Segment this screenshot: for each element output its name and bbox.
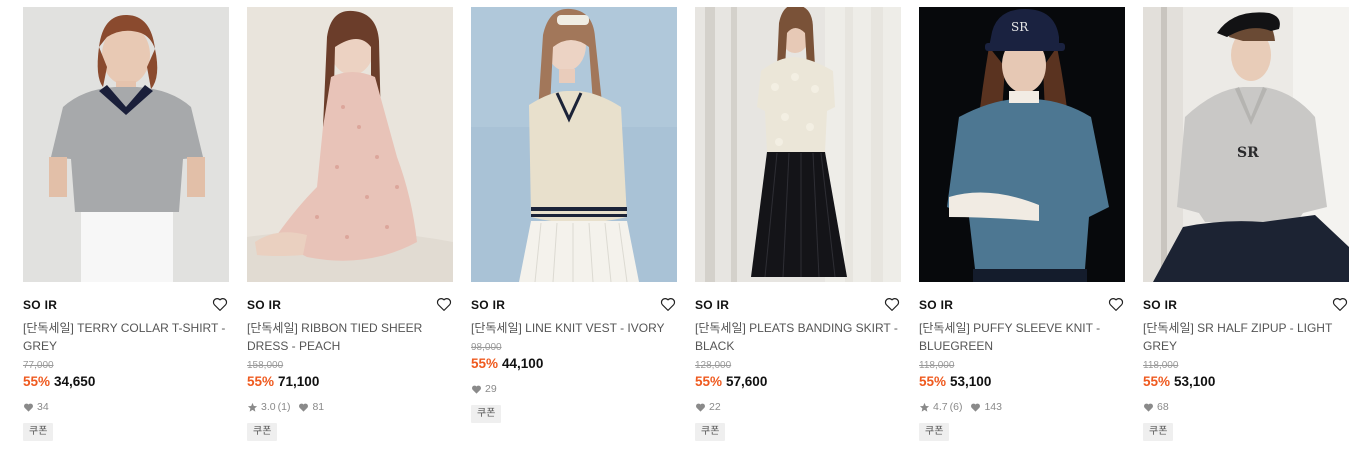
price-row: 55% 53,100 [1143, 373, 1349, 391]
product-meta: 34 [23, 400, 229, 414]
discount-rate: 55% [471, 356, 499, 371]
heart-filled-icon [695, 402, 706, 413]
heart-outline-icon[interactable] [1331, 295, 1349, 313]
review-count: (1) [277, 401, 291, 413]
product-card[interactable]: SO IR [단독세일] RIBBON TIED SHEER DRESS - P… [247, 7, 453, 441]
heart-outline-icon[interactable] [659, 295, 677, 313]
product-meta: 68 [1143, 400, 1349, 414]
coupon-badge: 쿠폰 [247, 423, 278, 441]
coupon-badge: 쿠폰 [695, 423, 726, 441]
rating-value: 4.7 [933, 401, 948, 413]
product-name[interactable]: [단독세일] TERRY COLLAR T-SHIRT - GREY [23, 319, 229, 355]
like-count: 34 [37, 401, 49, 413]
brand-name[interactable]: SO IR [247, 298, 281, 312]
product-name[interactable]: [단독세일] PLEATS BANDING SKIRT - BLACK [695, 319, 901, 355]
original-price: 158,000 [247, 360, 284, 371]
coupon-badge: 쿠폰 [471, 405, 502, 423]
price-row: 55% 53,100 [919, 373, 1125, 391]
price-row: 55% 71,100 [247, 373, 453, 391]
star-icon [247, 402, 258, 413]
product-meta: 22 [695, 400, 901, 414]
sale-price: 53,100 [950, 374, 992, 389]
like-count: 81 [312, 401, 325, 413]
product-card[interactable]: SR SO IR [단독세일] PUFFY SLEEVE KNIT - BLUE… [919, 7, 1125, 441]
sale-price: 53,100 [1174, 374, 1216, 389]
product-meta: 4.7 (6) 143 [919, 400, 1125, 414]
heart-filled-icon [23, 402, 34, 413]
heart-filled-icon [970, 402, 981, 413]
coupon-badge: 쿠폰 [1143, 423, 1174, 441]
product-card[interactable]: SR SO IR [단독세일] SR HALF ZIPUP - LIGHT GR… [1143, 7, 1349, 441]
product-image[interactable]: SR [919, 7, 1125, 282]
original-price: 77,000 [23, 360, 54, 371]
heart-outline-icon[interactable] [1107, 295, 1125, 313]
brand-name[interactable]: SO IR [471, 298, 505, 312]
coupon-badge: 쿠폰 [919, 423, 950, 441]
product-card[interactable]: SO IR [단독세일] LINE KNIT VEST - IVORY 98,0… [471, 7, 677, 423]
product-image[interactable] [247, 7, 453, 282]
sale-price: 34,650 [54, 374, 96, 389]
sale-price: 57,600 [726, 374, 768, 389]
product-image[interactable] [695, 7, 901, 282]
sale-price: 44,100 [502, 356, 544, 371]
heart-outline-icon[interactable] [883, 295, 901, 313]
price-row: 55% 57,600 [695, 373, 901, 391]
sale-price: 71,100 [278, 374, 320, 389]
product-name[interactable]: [단독세일] PUFFY SLEEVE KNIT - BLUEGREEN [919, 319, 1125, 355]
product-card[interactable]: SO IR [단독세일] TERRY COLLAR T-SHIRT - GREY… [23, 7, 229, 441]
product-name[interactable]: [단독세일] LINE KNIT VEST - IVORY [471, 319, 677, 337]
product-meta: 29 [471, 382, 677, 396]
original-price: 128,000 [695, 360, 732, 371]
svg-text:SR: SR [1237, 145, 1259, 161]
product-name[interactable]: [단독세일] SR HALF ZIPUP - LIGHT GREY [1143, 319, 1349, 355]
product-card[interactable]: SO IR [단독세일] PLEATS BANDING SKIRT - BLAC… [695, 7, 901, 441]
heart-filled-icon [298, 402, 309, 413]
price-row: 55% 44,100 [471, 355, 677, 373]
like-count: 68 [1157, 401, 1169, 413]
original-price: 118,000 [919, 360, 955, 371]
brand-name[interactable]: SO IR [919, 298, 953, 312]
brand-name[interactable]: SO IR [1143, 298, 1177, 312]
original-price: 98,000 [471, 342, 502, 353]
like-count: 143 [984, 401, 1002, 413]
heart-filled-icon [471, 384, 482, 395]
brand-name[interactable]: SO IR [23, 298, 57, 312]
brand-name[interactable]: SO IR [695, 298, 729, 312]
original-price: 118,000 [1143, 360, 1179, 371]
product-image[interactable]: SR [1143, 7, 1349, 282]
rating-value: 3.0 [261, 401, 276, 413]
review-count: (6) [949, 401, 963, 413]
product-image[interactable] [23, 7, 229, 282]
product-meta: 3.0 (1) 81 [247, 400, 453, 414]
heart-outline-icon[interactable] [211, 295, 229, 313]
discount-rate: 55% [695, 374, 723, 389]
product-grid: SO IR [단독세일] TERRY COLLAR T-SHIRT - GREY… [0, 0, 1361, 469]
discount-rate: 55% [247, 374, 275, 389]
like-count: 22 [709, 401, 721, 413]
discount-rate: 55% [23, 374, 51, 389]
star-icon [919, 402, 930, 413]
svg-text:SR: SR [1011, 20, 1029, 34]
like-count: 29 [485, 383, 497, 395]
product-name[interactable]: [단독세일] RIBBON TIED SHEER DRESS - PEACH [247, 319, 453, 355]
price-row: 55% 34,650 [23, 373, 229, 391]
discount-rate: 55% [1143, 374, 1171, 389]
product-image[interactable] [471, 7, 677, 282]
heart-outline-icon[interactable] [435, 295, 453, 313]
discount-rate: 55% [919, 374, 947, 389]
coupon-badge: 쿠폰 [23, 423, 54, 441]
heart-filled-icon [1143, 402, 1154, 413]
